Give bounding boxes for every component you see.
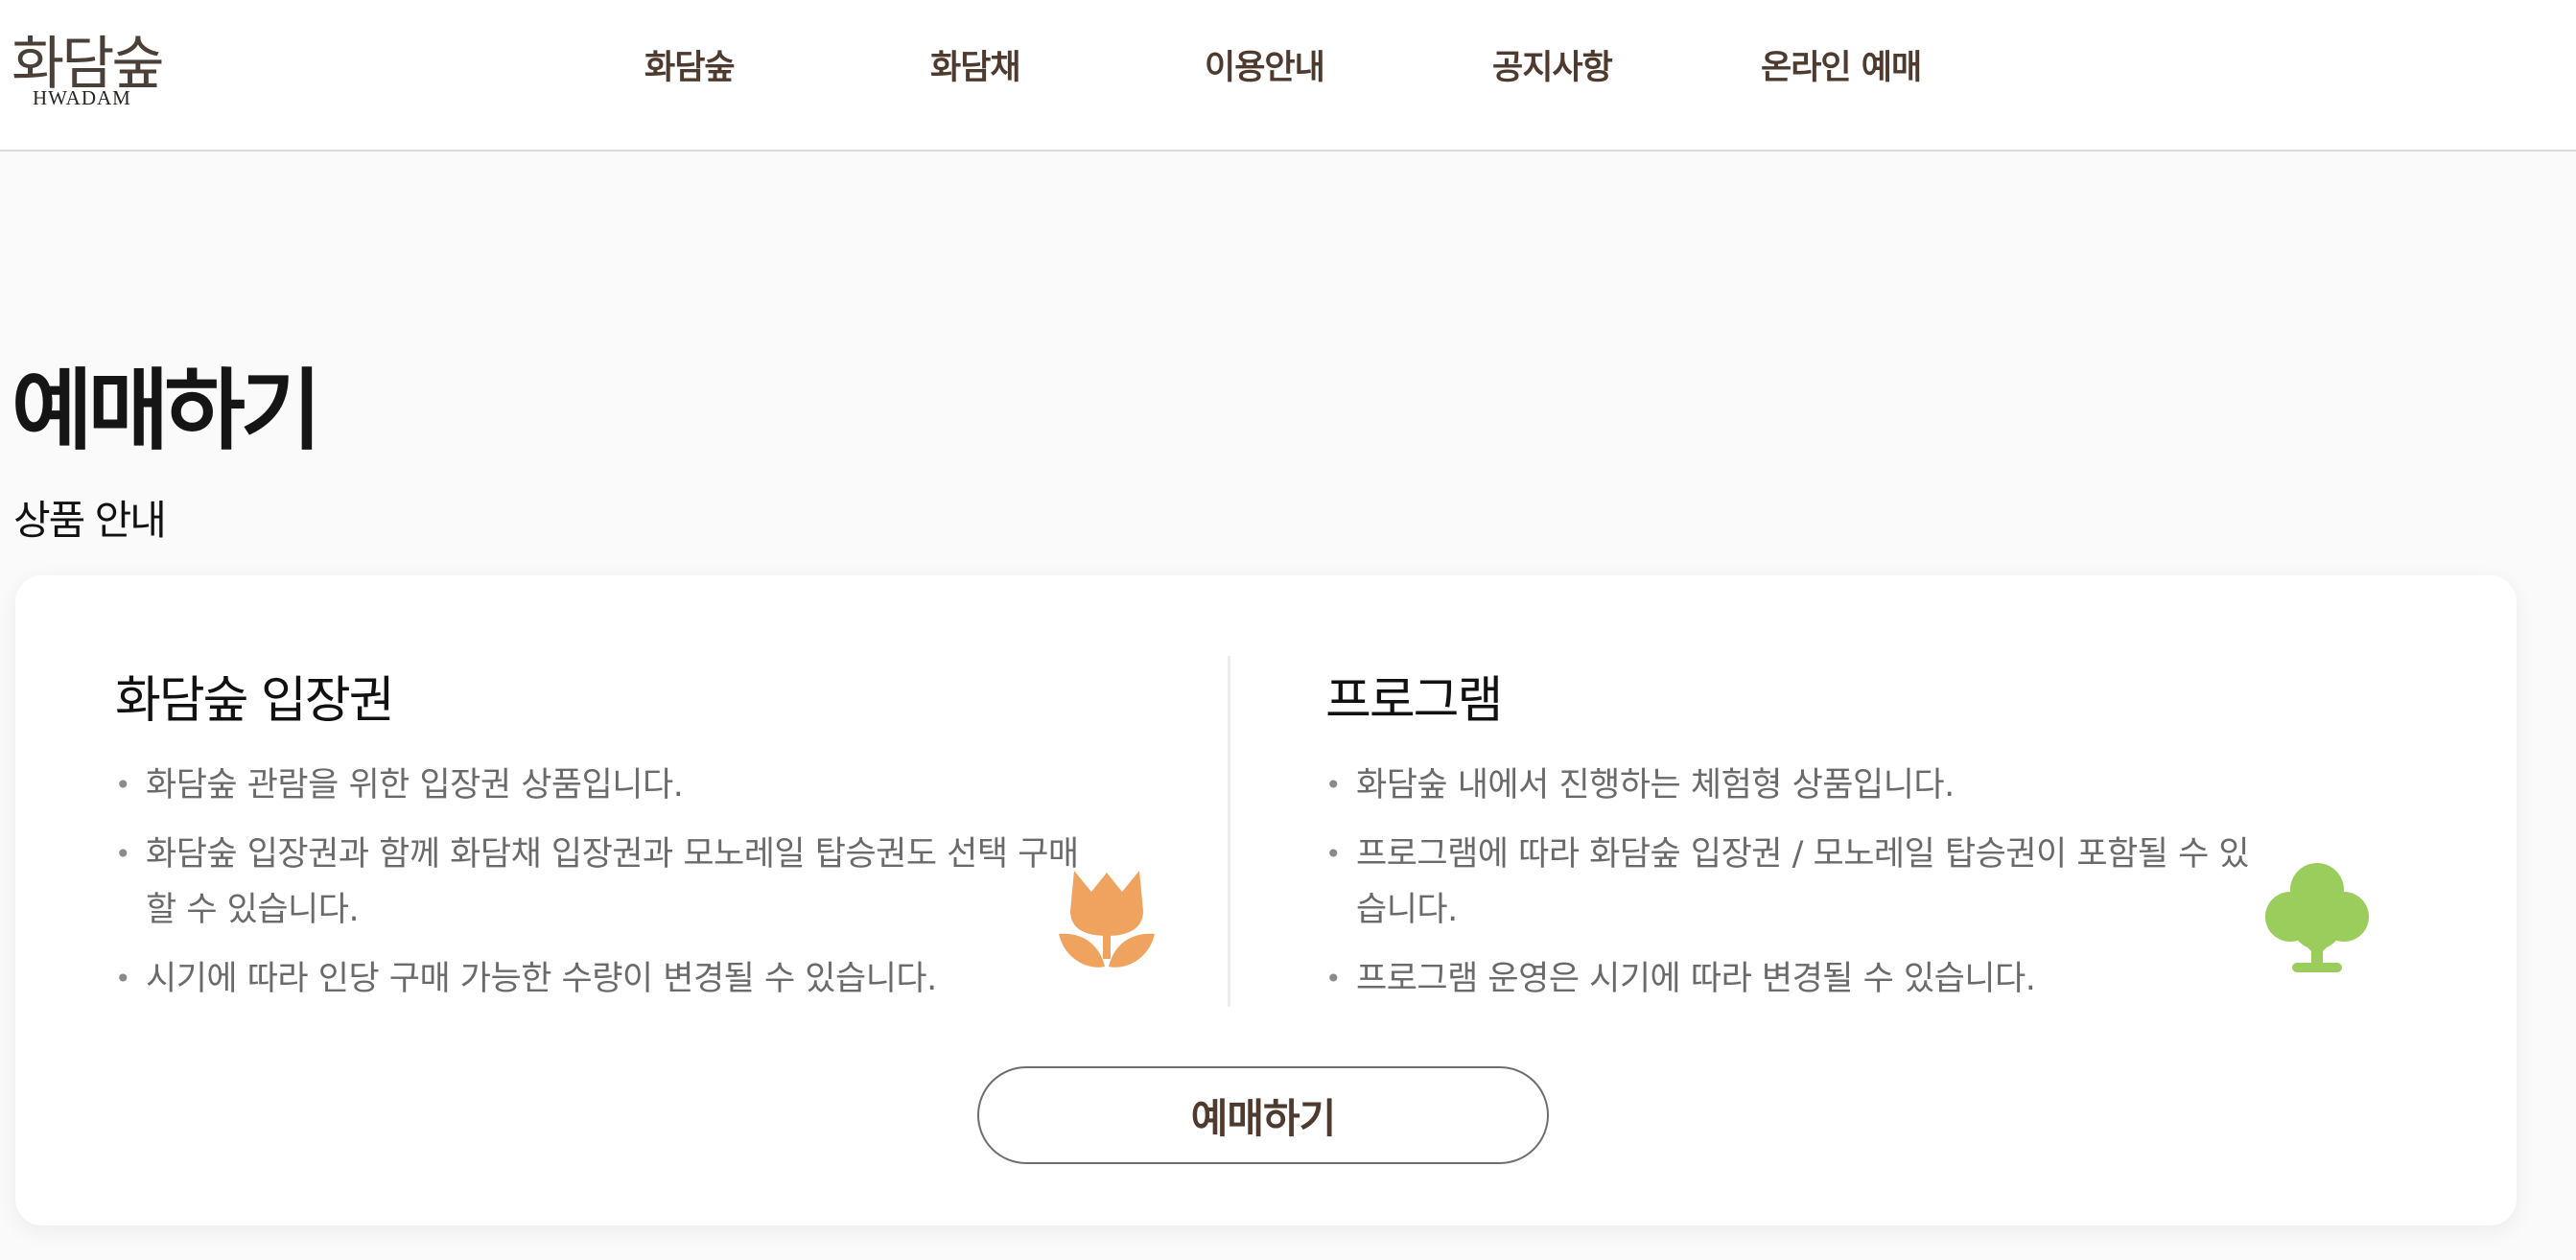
tree-icon xyxy=(2263,861,2371,982)
product-title: 프로그램 xyxy=(1325,672,1503,730)
product-program: 프로그램 화담숲 내에서 진행하는 체험형 상품입니다. 프로그램에 따라 화담… xyxy=(1325,660,2361,1007)
book-button[interactable]: 예매하기 xyxy=(977,1066,1549,1164)
column-divider xyxy=(1228,656,1230,1007)
logo-english-text: HWADAM xyxy=(33,86,131,109)
list-item: 화담숲 입장권과 함께 화담채 입장권과 모노레일 탑승권도 선택 구매할 수 … xyxy=(115,827,1084,938)
site-logo[interactable]: 화담숲 HWADAM xyxy=(12,17,175,113)
product-bullet-list: 화담숲 관람을 위한 입장권 상품입니다. 화담숲 입장권과 함께 화담채 입장… xyxy=(115,758,1084,1020)
nav-item-online-booking[interactable]: 온라인 예매 xyxy=(1761,40,1922,89)
site-header: 화담숲 HWADAM 화담숲 화담채 이용안내 공지사항 온라인 예매 xyxy=(0,0,2576,152)
tulip-icon xyxy=(1057,867,1157,978)
list-item: 프로그램에 따라 화담숲 입장권 / 모노레일 탑승권이 포함될 수 있습니다. xyxy=(1325,827,2256,938)
section-title: 상품 안내 xyxy=(13,496,167,544)
product-admission: 화담숲 입장권 화담숲 관람을 위한 입장권 상품입니다. 화담숲 입장권과 함… xyxy=(115,660,1151,1007)
nav-item-notices[interactable]: 공지사항 xyxy=(1492,40,1613,89)
nav-item-usage-guide[interactable]: 이용안내 xyxy=(1205,40,1325,89)
product-title: 화담숲 입장권 xyxy=(115,672,395,730)
product-info-card: 화담숲 입장권 화담숲 관람을 위한 입장권 상품입니다. 화담숲 입장권과 함… xyxy=(15,575,2517,1225)
nav-item-hwadamsup[interactable]: 화담숲 xyxy=(644,40,736,89)
list-item: 시기에 따라 인당 구매 가능한 수량이 변경될 수 있습니다. xyxy=(115,951,1084,1007)
list-item: 프로그램 운영은 시기에 따라 변경될 수 있습니다. xyxy=(1325,951,2256,1007)
product-bullet-list: 화담숲 내에서 진행하는 체험형 상품입니다. 프로그램에 따라 화담숲 입장권… xyxy=(1325,758,2256,1020)
list-item: 화담숲 관람을 위한 입장권 상품입니다. xyxy=(115,758,1084,813)
page-title: 예매하기 xyxy=(12,359,322,462)
list-item: 화담숲 내에서 진행하는 체험형 상품입니다. xyxy=(1325,758,2256,813)
nav-item-hwadamchae[interactable]: 화담채 xyxy=(930,40,1021,89)
